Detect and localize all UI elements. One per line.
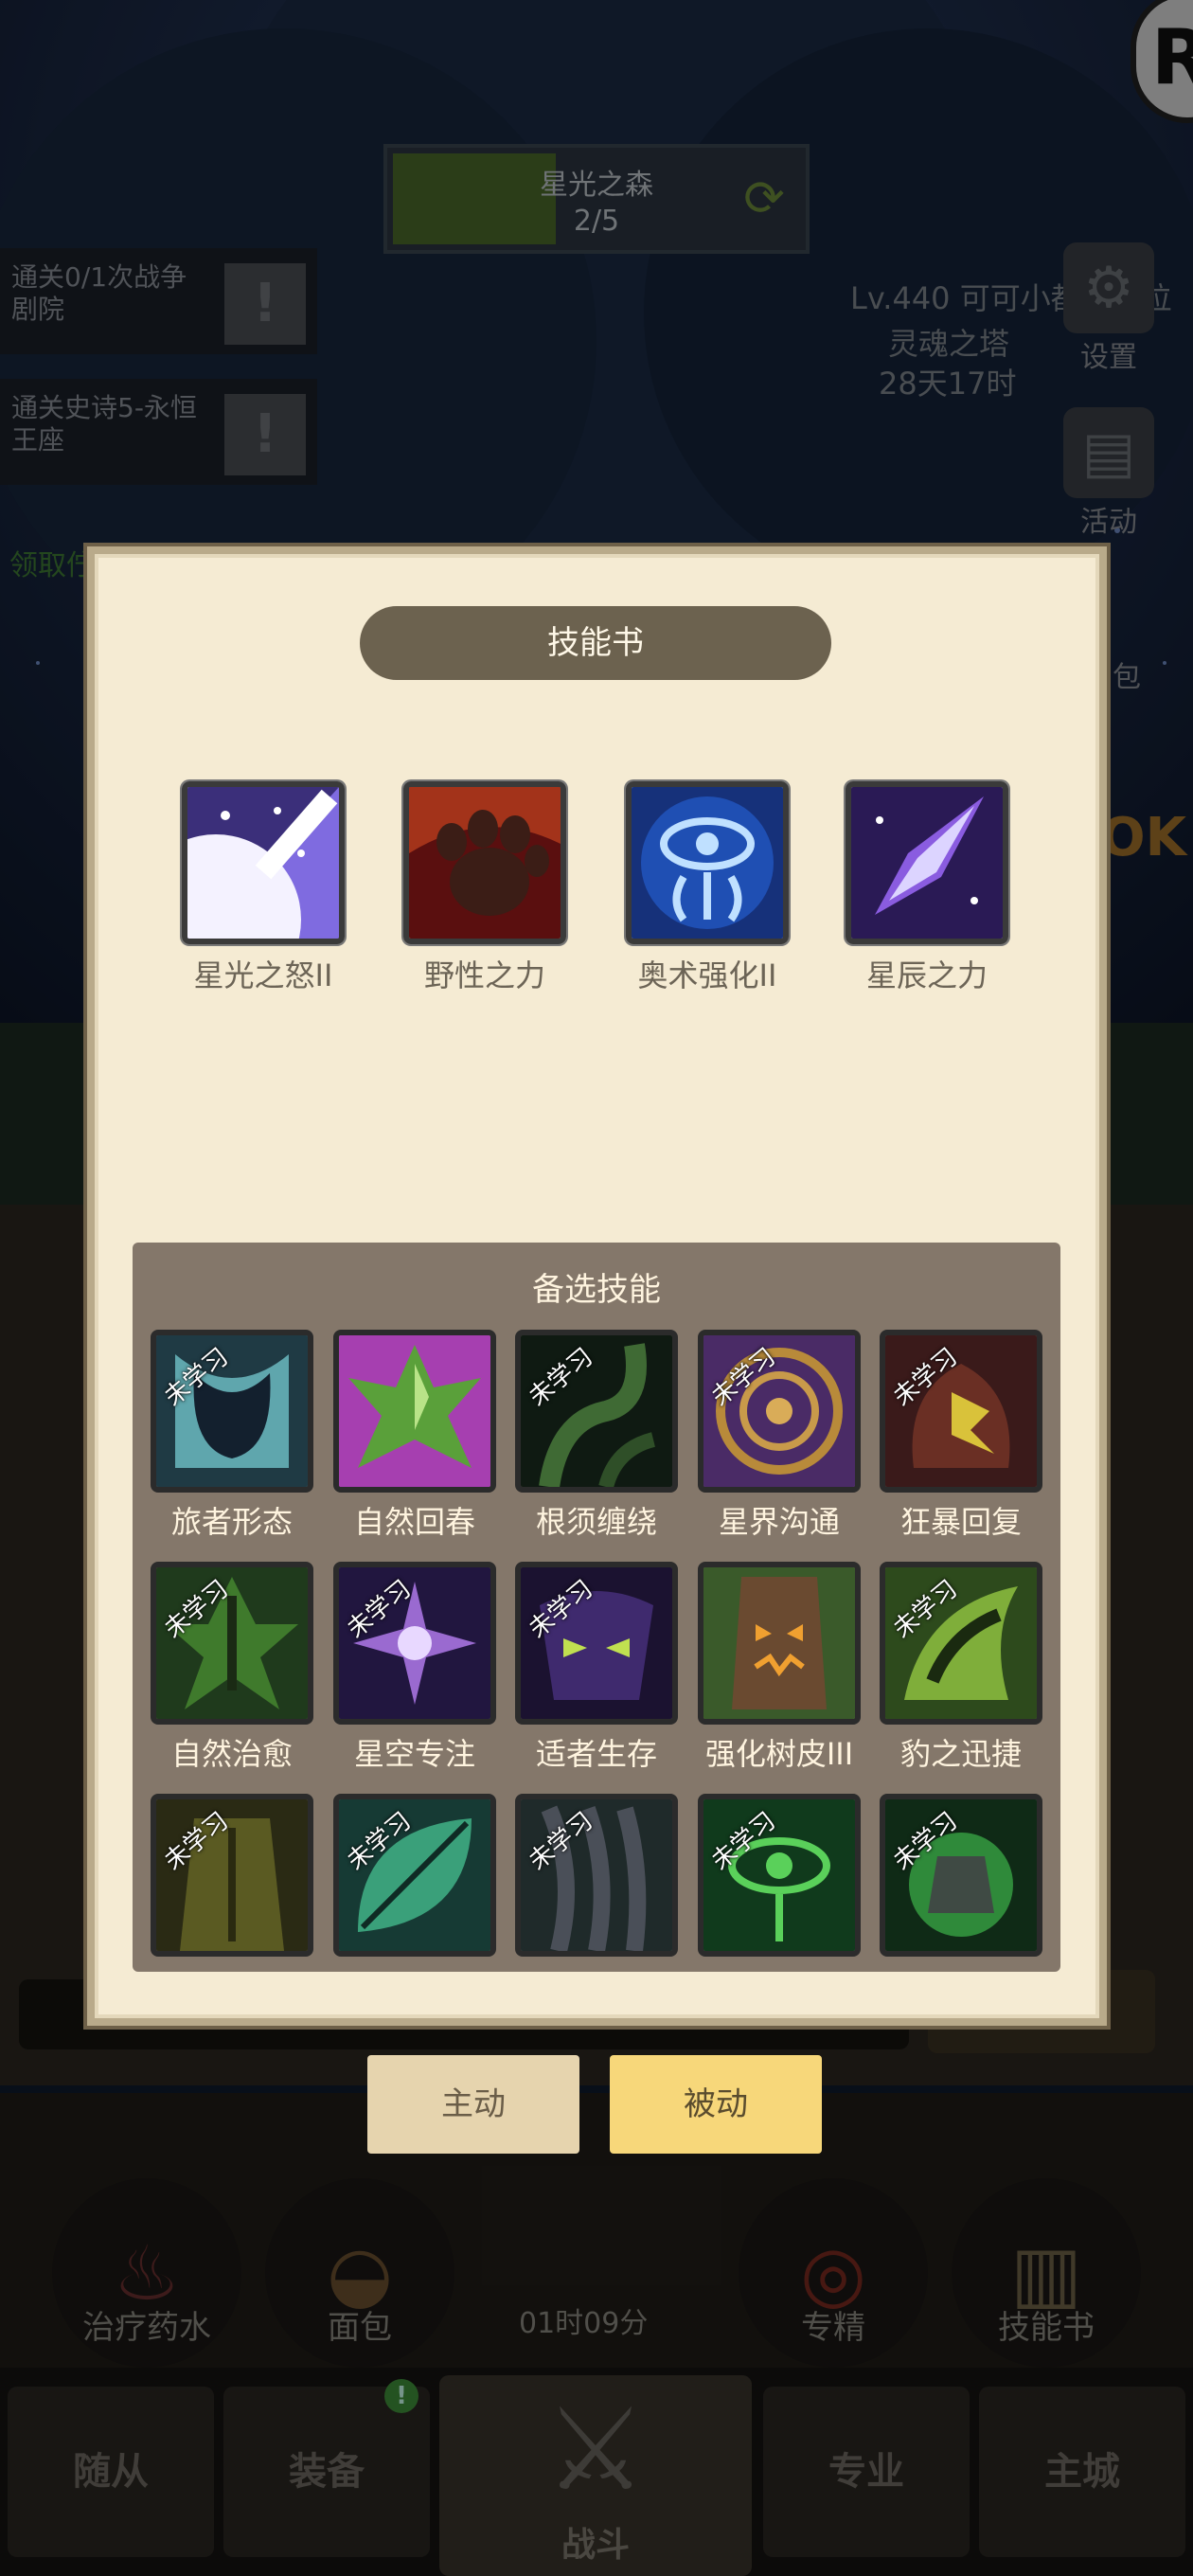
arcane-eye-icon bbox=[626, 781, 789, 944]
tab-passive-skills[interactable]: 被动 bbox=[610, 2055, 822, 2154]
skill-slot[interactable]: 未学习 根须缠绕 bbox=[511, 1330, 682, 1542]
skill-slot[interactable]: 未学习 自然治愈 bbox=[147, 1562, 317, 1774]
wild-power-paw-icon bbox=[403, 781, 566, 944]
skill-slot[interactable]: 自然回春 bbox=[329, 1330, 500, 1542]
skill-name: 星界沟通 bbox=[718, 1504, 840, 1540]
skill-name: 狂暴回复 bbox=[899, 1504, 1022, 1540]
leaf-icon: 未学习 bbox=[333, 1794, 496, 1957]
survival-icon: 未学习 bbox=[515, 1562, 678, 1725]
skill-name: 野性之力 bbox=[423, 957, 545, 993]
skill-slot[interactable]: 未学习 bbox=[329, 1794, 500, 1957]
dialog-title: 技能书 bbox=[360, 606, 831, 680]
nature-eye-icon: 未学习 bbox=[698, 1794, 861, 1957]
equipped-skill-slot[interactable]: 星辰之力 bbox=[832, 781, 1022, 995]
skill-name: 奥术强化II bbox=[637, 957, 777, 993]
skill-name: 旅者形态 bbox=[170, 1504, 293, 1540]
cheetah-speed-icon: 未学习 bbox=[880, 1562, 1042, 1725]
skill-name: 星空专注 bbox=[353, 1736, 475, 1772]
equipped-skill-slot[interactable]: 野性之力 bbox=[390, 781, 579, 995]
skill-name: 自然回春 bbox=[353, 1504, 475, 1540]
starlight-fury-icon bbox=[182, 781, 345, 944]
skill-slot[interactable]: 未学习 bbox=[694, 1794, 864, 1957]
barkskin-icon bbox=[698, 1562, 861, 1725]
skill-name: 豹之迅捷 bbox=[899, 1736, 1022, 1772]
claw-icon: 未学习 bbox=[515, 1794, 678, 1957]
skill-name: 强化树皮III bbox=[704, 1736, 854, 1772]
star-shard-icon bbox=[846, 781, 1008, 944]
skill-slot[interactable]: 未学习 狂暴回复 bbox=[876, 1330, 1046, 1542]
skill-slot[interactable]: 未学习 豹之迅捷 bbox=[876, 1562, 1046, 1774]
stone-fist-icon: 未学习 bbox=[880, 1794, 1042, 1957]
astral-link-icon: 未学习 bbox=[698, 1330, 861, 1493]
nature-rejuv-icon bbox=[333, 1330, 496, 1493]
equipped-skill-slot[interactable]: 星光之怒II bbox=[169, 781, 358, 995]
skill-name: 星光之怒II bbox=[193, 957, 333, 993]
alternate-skills-title: 备选技能 bbox=[532, 1271, 661, 1309]
skill-name: 适者生存 bbox=[535, 1736, 657, 1772]
skill-name: 根须缠绕 bbox=[535, 1504, 657, 1540]
traveler-form-icon: 未学习 bbox=[151, 1330, 313, 1493]
skill-slot[interactable]: 未学习 bbox=[147, 1794, 317, 1957]
skill-slot[interactable]: 未学习 星界沟通 bbox=[694, 1330, 864, 1542]
alternate-skills-panel: 备选技能 未学习 旅者形态 自然回春 未学习 根须缠绕 未学习 星界沟通 未学习 bbox=[133, 1243, 1060, 1972]
forest-guardian-icon: 未学习 bbox=[151, 1794, 313, 1957]
nature-heal-icon: 未学习 bbox=[151, 1562, 313, 1725]
tab-active-skills[interactable]: 主动 bbox=[367, 2055, 579, 2154]
root-entangle-icon: 未学习 bbox=[515, 1330, 678, 1493]
skill-name: 自然治愈 bbox=[170, 1736, 293, 1772]
skill-slot[interactable]: 强化树皮III bbox=[694, 1562, 864, 1774]
star-focus-icon: 未学习 bbox=[333, 1562, 496, 1725]
skill-slot[interactable]: 未学习 旅者形态 bbox=[147, 1330, 317, 1542]
equipped-skill-slot[interactable]: 奥术强化II bbox=[613, 781, 802, 995]
skill-slot[interactable]: 未学习 星空专注 bbox=[329, 1562, 500, 1774]
frenzy-recover-icon: 未学习 bbox=[880, 1330, 1042, 1493]
skill-name: 星辰之力 bbox=[865, 957, 988, 993]
skill-slot[interactable]: 未学习 bbox=[511, 1794, 682, 1957]
skill-slot[interactable]: 未学习 适者生存 bbox=[511, 1562, 682, 1774]
skill-slot[interactable]: 未学习 bbox=[876, 1794, 1046, 1957]
